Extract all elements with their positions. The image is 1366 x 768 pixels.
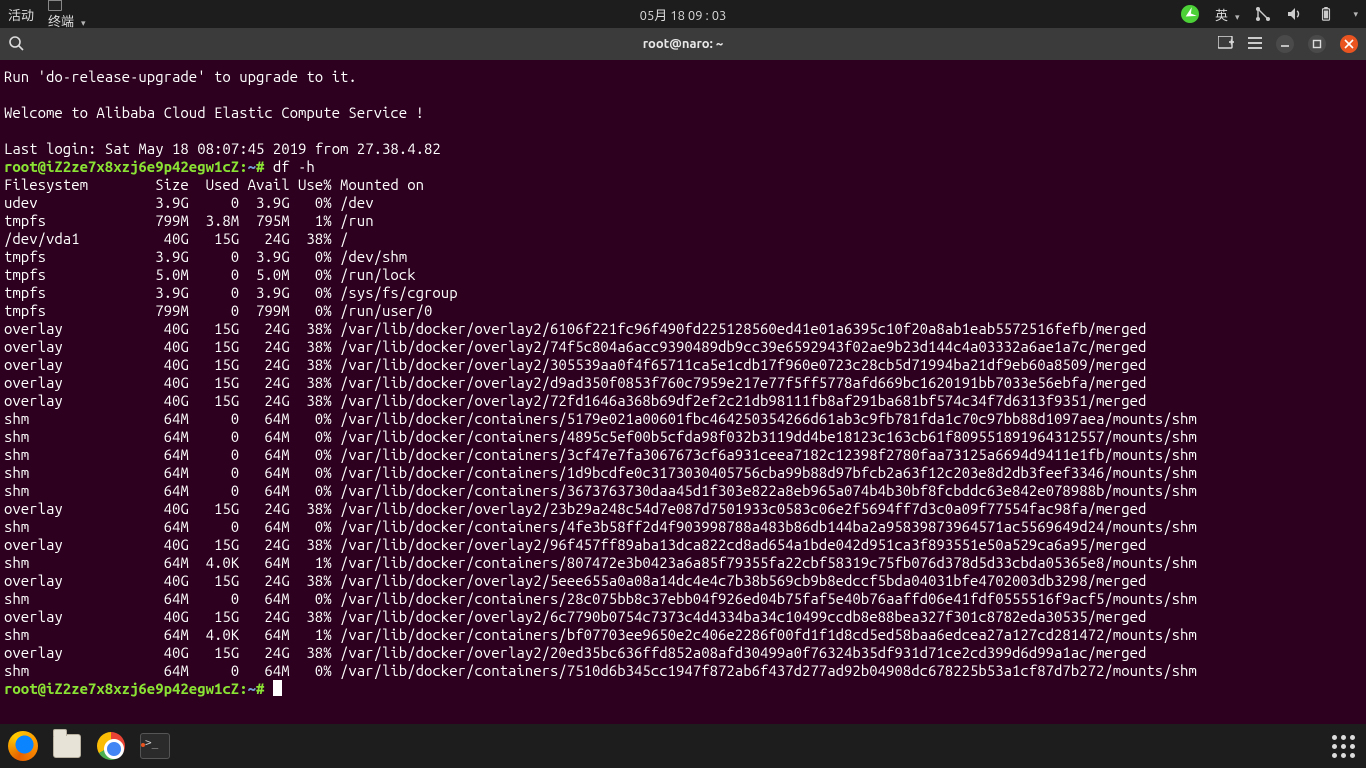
- clock[interactable]: 05月 18 09 : 03: [640, 5, 727, 24]
- files-icon: [53, 734, 81, 758]
- terminal-output[interactable]: Run 'do-release-upgrade' to upgrade to i…: [0, 60, 1366, 724]
- dock-app-firefox[interactable]: [6, 729, 40, 763]
- chevron-down-icon: ▾: [81, 18, 86, 28]
- gnome-top-bar: 活动 终端 ▾ 05月 18 09 : 03 英 ▾ ▾: [0, 0, 1366, 28]
- input-method-menu[interactable]: 英 ▾: [1215, 5, 1240, 24]
- terminal-header-bar: root@naro: ~: [0, 28, 1366, 60]
- firefox-icon: [8, 731, 38, 761]
- network-icon[interactable]: [1255, 7, 1271, 21]
- hamburger-menu-icon[interactable]: [1248, 37, 1262, 52]
- search-icon[interactable]: [8, 35, 24, 54]
- window-title: root@naro: ~: [643, 37, 723, 51]
- dock-app-files[interactable]: [50, 729, 84, 763]
- send-indicator-icon[interactable]: [1181, 5, 1199, 23]
- maximize-button[interactable]: [1308, 35, 1326, 53]
- focused-app-label: 终端: [48, 15, 74, 29]
- dock-app-chrome[interactable]: [94, 729, 128, 763]
- minimize-button[interactable]: [1276, 35, 1294, 53]
- activities-button[interactable]: 活动: [8, 5, 34, 24]
- volume-icon[interactable]: [1287, 7, 1303, 21]
- battery-icon[interactable]: [1319, 7, 1333, 21]
- ime-label: 英: [1215, 9, 1228, 23]
- dock: [0, 724, 1366, 768]
- terminal-app-icon: [48, 0, 62, 11]
- chrome-icon: [97, 732, 125, 760]
- show-applications-button[interactable]: [1326, 729, 1360, 763]
- new-tab-icon[interactable]: [1218, 36, 1234, 53]
- dock-app-terminal[interactable]: [138, 729, 172, 763]
- close-button[interactable]: [1340, 35, 1358, 53]
- terminal-icon: [140, 733, 170, 759]
- system-menu-chevron-icon[interactable]: ▾: [1353, 9, 1358, 20]
- focused-app-menu[interactable]: 终端 ▾: [48, 0, 86, 30]
- chevron-down-icon: ▾: [1235, 12, 1240, 22]
